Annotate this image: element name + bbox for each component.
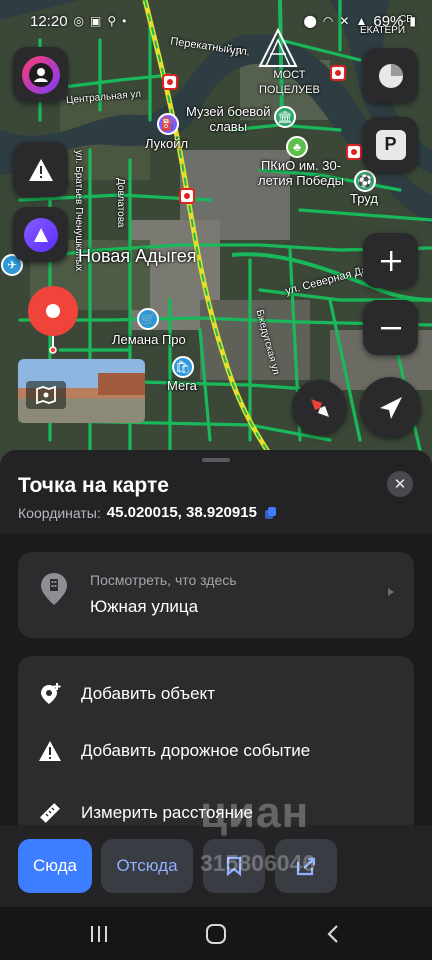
location-icon: ⬤ bbox=[303, 14, 317, 28]
dot-icon: • bbox=[122, 14, 127, 28]
recent-apps-icon bbox=[90, 925, 107, 942]
speed-camera-icon bbox=[162, 74, 178, 90]
add-road-event-label: Добавить дорожное событие bbox=[81, 741, 311, 760]
map-label-lukoil: Лукойл bbox=[145, 136, 189, 151]
building-pin-icon bbox=[41, 573, 67, 605]
battery-percent: 69% bbox=[373, 12, 404, 30]
panel-grabber[interactable] bbox=[202, 458, 230, 462]
shop-icon[interactable]: 🛒 bbox=[137, 308, 159, 330]
coordinates-value: 45.020015, 38.920915 bbox=[106, 504, 257, 521]
map-pin-icon[interactable] bbox=[26, 284, 80, 356]
close-button[interactable]: ✕ bbox=[387, 471, 413, 497]
route-from-button[interactable]: Отсюда bbox=[101, 839, 193, 893]
panorama-building bbox=[98, 373, 145, 395]
navigation-arrow-icon bbox=[379, 396, 402, 419]
map-label-pkio-line2: летия Победы bbox=[258, 173, 344, 188]
map-label-dovlatova: Довлатова bbox=[115, 178, 126, 228]
wifi-icon: ◠ bbox=[322, 14, 334, 28]
point-info-panel: Точка на карте Координаты: 45.020015, 38… bbox=[0, 450, 432, 960]
home-icon bbox=[205, 923, 226, 944]
park-icon[interactable]: ♣ bbox=[286, 136, 308, 158]
watermark-logo: циан bbox=[200, 788, 310, 837]
back-button[interactable] bbox=[313, 914, 353, 954]
recent-apps-button[interactable] bbox=[79, 914, 119, 954]
layers-button[interactable] bbox=[363, 48, 418, 103]
chevron-right-icon bbox=[388, 588, 394, 596]
status-bar: 12:20 ◎ ▣ ⚲ • ⬤ ◠ ✕ ▲ 69% ▮ bbox=[0, 0, 432, 34]
gas-station-icon[interactable]: ⛽ bbox=[157, 113, 179, 135]
layers-icon bbox=[378, 63, 403, 88]
close-icon: ✕ bbox=[393, 476, 407, 493]
speed-camera-icon bbox=[179, 188, 195, 204]
map-label-pkio-line1: ПКиО им. 30- bbox=[260, 158, 342, 173]
warning-triangle-icon bbox=[28, 158, 53, 181]
street-name: Южная улица bbox=[90, 597, 199, 616]
map-label-pkio: ПКиО им. 30- летия Победы bbox=[258, 158, 344, 188]
add-object-action[interactable]: Добавить объект bbox=[18, 663, 414, 725]
map-label-trud: Труд bbox=[350, 191, 378, 206]
copy-icon[interactable] bbox=[264, 506, 276, 519]
plus-icon bbox=[380, 250, 401, 271]
map-label-museum-line2: славы bbox=[209, 119, 248, 134]
parking-button[interactable]: P bbox=[363, 117, 418, 172]
watermark-number: 315806046 bbox=[200, 850, 316, 876]
back-icon bbox=[327, 924, 339, 943]
map-label-most-line1: МОСТ bbox=[273, 69, 306, 81]
map-label-most: МОСТ ПОЦЕЛУЕВ bbox=[259, 68, 320, 98]
add-road-event-action[interactable]: Добавить дорожное событие bbox=[18, 720, 414, 782]
map-label-most-line2: ПОЦЕЛУЕВ bbox=[259, 84, 320, 96]
avatar bbox=[21, 55, 60, 94]
map-label-mega: Мега bbox=[167, 378, 197, 393]
map-label-museum: Музей боевой славы bbox=[186, 104, 271, 134]
museum-icon[interactable]: 🏛 bbox=[274, 106, 296, 128]
zoom-out-button[interactable] bbox=[363, 300, 418, 355]
alice-icon bbox=[23, 217, 58, 252]
system-navigation-bar bbox=[0, 907, 432, 960]
warning-triangle-icon bbox=[38, 739, 62, 763]
speed-camera-icon bbox=[330, 65, 346, 81]
user-icon bbox=[28, 62, 53, 87]
map-label-bridge-side: ул bbox=[230, 45, 242, 57]
whats-here-card[interactable]: Посмотреть, что здесь Южная улица bbox=[18, 552, 414, 638]
map-label-museum-line1: Музей боевой bbox=[186, 104, 271, 119]
map-view[interactable]: Перекатный ул. ЕКАТЕРИ СВ ул МОСТ ПОЦЕЛУ… bbox=[0, 0, 432, 470]
mall-icon[interactable]: 🛍 bbox=[172, 356, 194, 378]
profile-button[interactable] bbox=[13, 47, 68, 102]
coordinates-label: Координаты: bbox=[18, 504, 101, 521]
add-place-icon bbox=[38, 682, 62, 706]
whatsapp-icon: ◎ bbox=[73, 14, 85, 28]
signal-icon: ▲ bbox=[355, 14, 368, 28]
panorama-thumbnail[interactable] bbox=[18, 359, 145, 423]
zoom-in-button[interactable] bbox=[363, 233, 418, 288]
compass-icon bbox=[310, 398, 329, 417]
route-to-button[interactable]: Сюда bbox=[18, 839, 92, 893]
map-label-lemana: Лемана Про bbox=[112, 332, 186, 347]
mute-icon: ✕ bbox=[339, 14, 350, 28]
whats-here-label: Посмотреть, что здесь bbox=[90, 572, 237, 588]
panorama-icon bbox=[26, 381, 66, 409]
battery-icon: ▮ bbox=[409, 14, 416, 28]
home-button[interactable] bbox=[196, 914, 236, 954]
search-icon: ⚲ bbox=[107, 14, 117, 28]
road-events-button[interactable] bbox=[13, 142, 68, 197]
my-location-button[interactable] bbox=[360, 377, 421, 438]
stadium-icon[interactable]: ⚽ bbox=[354, 170, 376, 192]
parking-icon: P bbox=[375, 129, 406, 160]
speed-camera-icon bbox=[346, 144, 362, 160]
panel-title: Точка на карте bbox=[18, 474, 169, 497]
minus-icon bbox=[380, 326, 401, 329]
alice-assistant-button[interactable] bbox=[13, 207, 68, 262]
compass-button[interactable] bbox=[292, 380, 347, 435]
add-object-label: Добавить объект bbox=[81, 684, 215, 703]
ruler-icon bbox=[38, 801, 62, 825]
status-time: 12:20 bbox=[30, 12, 68, 30]
gallery-icon: ▣ bbox=[90, 14, 102, 28]
coordinates-row[interactable]: Координаты: 45.020015, 38.920915 bbox=[18, 504, 276, 521]
map-label-novaya-adygeya: Новая Адыгея bbox=[78, 246, 197, 266]
